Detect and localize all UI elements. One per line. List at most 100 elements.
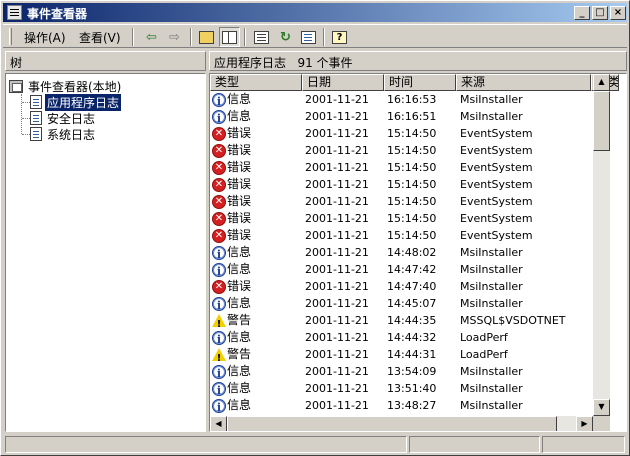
cell-source: LoadPerf: [460, 331, 508, 344]
table-row[interactable]: 错误2001-11-2114:47:40MsiInstaller无: [210, 278, 593, 295]
toolbar-grip[interactable]: [9, 28, 12, 45]
cell-time: 15:14:50: [387, 144, 437, 157]
scroll-right-arrow-icon[interactable]: ▶: [576, 416, 593, 431]
cell-time: 15:14:50: [387, 127, 437, 140]
horizontal-scroll-thumb[interactable]: [227, 416, 557, 431]
error-icon: [212, 177, 226, 192]
table-row[interactable]: 错误2001-11-2115:14:50EventSystemEve: [210, 210, 593, 227]
tree-item-label: 系统日志: [47, 127, 96, 142]
cell-time: 15:14:50: [387, 212, 437, 225]
menu-action[interactable]: 操作(A): [24, 29, 66, 46]
cell-date: 2001-11-21: [305, 280, 369, 293]
tree-item-application-log[interactable]: 应用程序日志: [30, 92, 123, 112]
minimize-button[interactable]: _: [574, 6, 590, 20]
table-row[interactable]: 错误2001-11-2115:14:50EventSystemEve: [210, 176, 593, 193]
column-header-source[interactable]: 来源: [456, 74, 591, 91]
status-segment: [409, 436, 540, 453]
title-bar[interactable]: 事件查看器 _ □ ×: [3, 3, 627, 22]
warning-icon: [212, 313, 226, 329]
event-type-label: 信息: [227, 398, 252, 412]
table-row[interactable]: 信息2001-11-2114:48:02MsiInstaller无: [210, 244, 593, 261]
cell-date: 2001-11-21: [305, 144, 369, 157]
vertical-scrollbar[interactable]: ▲ ▼: [593, 74, 610, 416]
cell-source: MsiInstaller: [460, 382, 523, 395]
table-row[interactable]: 信息2001-11-2113:51:40MsiInstaller无: [210, 380, 593, 397]
refresh-icon[interactable]: ↻: [275, 27, 296, 47]
table-row[interactable]: 错误2001-11-2115:14:50EventSystemEve: [210, 193, 593, 210]
table-row[interactable]: 警告2001-11-2114:44:35MSSQL$VSDOTNET(8): [210, 312, 593, 329]
menu-view[interactable]: 查看(V): [79, 29, 121, 46]
show-hide-tree-icon[interactable]: [219, 27, 240, 47]
cell-source: MsiInstaller: [460, 280, 523, 293]
cell-source: EventSystem: [460, 161, 533, 174]
event-type-label: 错误: [227, 228, 252, 242]
cell-date: 2001-11-21: [305, 331, 369, 344]
event-type-label: 错误: [227, 126, 252, 140]
table-row[interactable]: 信息2001-11-2113:48:27MsiInstaller无: [210, 397, 593, 414]
table-row[interactable]: 错误2001-11-2115:14:50EventSystemEve: [210, 159, 593, 176]
horizontal-scrollbar[interactable]: ◀ ▶: [210, 416, 593, 431]
log-file-icon: [30, 111, 42, 125]
error-icon: [212, 160, 226, 175]
forward-arrow-icon[interactable]: ⇨: [164, 27, 185, 47]
vertical-scroll-thumb[interactable]: [593, 91, 610, 151]
cell-type: 警告: [210, 312, 302, 329]
menu-toolbar: 操作(A) 查看(V) ⇦ ⇨ ↻ ?: [3, 24, 627, 48]
event-list-pane[interactable]: 类型 日期 时间 来源 分类 信息 2001-11-21 16:16:53 MsiIn…: [209, 73, 627, 432]
tree-pane[interactable]: 事件查看器(本地) 应用程序日志 安全日志 系统日志: [5, 73, 206, 432]
toolbar-separator: [244, 28, 246, 46]
cell-time: 16:16:51: [387, 110, 437, 123]
table-row[interactable]: 信息2001-11-2114:45:07MsiInstaller无: [210, 295, 593, 312]
event-viewer-app-icon[interactable]: [7, 5, 22, 20]
info-icon: [212, 381, 226, 397]
cell-date: 2001-11-21: [305, 93, 369, 106]
cell-type: 错误: [210, 159, 302, 176]
cell-date: 2001-11-21: [305, 127, 369, 140]
table-row[interactable]: 信息2001-11-2113:54:09MsiInstaller无: [210, 363, 593, 380]
table-row[interactable]: 错误2001-11-2115:14:50EventSystemEve: [210, 125, 593, 142]
table-row[interactable]: 错误2001-11-2115:14:50EventSystemEve: [210, 227, 593, 244]
info-icon: [212, 296, 226, 312]
scroll-left-arrow-icon[interactable]: ◀: [210, 416, 227, 431]
cell-source: MsiInstaller: [460, 365, 523, 378]
close-button[interactable]: ×: [610, 6, 626, 20]
export-list-icon[interactable]: [298, 27, 319, 47]
cell-source: EventSystem: [460, 178, 533, 191]
cell-type: 信息: [210, 329, 302, 346]
scroll-up-arrow-icon[interactable]: ▲: [593, 74, 610, 91]
scroll-down-arrow-icon[interactable]: ▼: [593, 399, 610, 416]
back-arrow-icon[interactable]: ⇦: [141, 27, 162, 47]
tree-root-node[interactable]: 事件查看器(本地): [9, 78, 123, 94]
column-header-time[interactable]: 时间: [384, 74, 456, 91]
cell-type: 信息: [210, 91, 302, 108]
cell-date: 2001-11-21: [305, 297, 369, 310]
table-row[interactable]: 警告2001-11-2114:44:31LoadPerf无: [210, 346, 593, 363]
table-row[interactable]: 信息2001-11-2116:16:51MsiInstaller无: [210, 108, 593, 125]
tree-item-system-log[interactable]: 系统日志: [30, 126, 97, 142]
cell-type: 信息: [210, 261, 302, 278]
status-segment-main: [5, 436, 407, 453]
properties-icon[interactable]: [251, 27, 272, 47]
column-header-type[interactable]: 类型: [210, 74, 302, 91]
tree-item-label: 应用程序日志: [43, 92, 123, 112]
log-file-icon: [30, 95, 42, 109]
event-count: 91 个事件: [297, 56, 353, 70]
up-folder-icon[interactable]: [196, 27, 217, 47]
table-row[interactable]: 错误2001-11-2115:14:50EventSystemEve: [210, 142, 593, 159]
cell-date: 2001-11-21: [305, 178, 369, 191]
cell-time: 13:54:09: [387, 365, 437, 378]
cell-source: EventSystem: [460, 127, 533, 140]
cell-type: 错误: [210, 278, 302, 295]
tree-item-security-log[interactable]: 安全日志: [30, 110, 97, 126]
event-type-label: 错误: [227, 194, 252, 208]
computer-icon: [9, 79, 23, 93]
table-row[interactable]: 信息2001-11-2116:16:53MsiInstaller无: [210, 91, 593, 108]
column-header-date[interactable]: 日期: [302, 74, 384, 91]
cell-date: 2001-11-21: [305, 314, 369, 327]
table-row[interactable]: 信息2001-11-2114:44:32LoadPerf无: [210, 329, 593, 346]
event-type-label: 信息: [227, 109, 252, 123]
table-row[interactable]: 信息2001-11-2114:47:42MsiInstaller无: [210, 261, 593, 278]
help-icon[interactable]: ?: [329, 27, 350, 47]
maximize-button[interactable]: □: [592, 6, 608, 20]
cell-date: 2001-11-21: [305, 195, 369, 208]
